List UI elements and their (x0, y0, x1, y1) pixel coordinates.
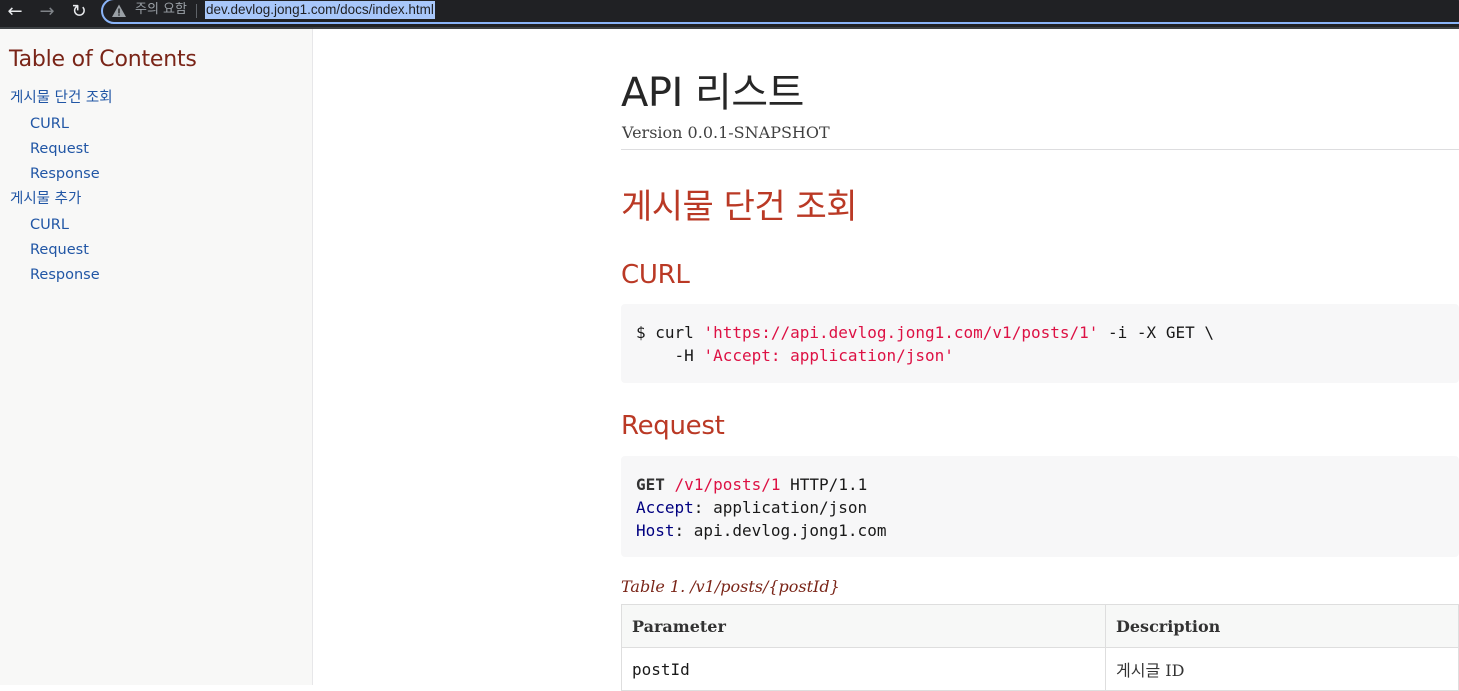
toc-item-post-get[interactable]: 게시물 단건 조회 (10, 88, 113, 108)
http-method: GET (636, 475, 665, 494)
curl-heading: CURL (621, 260, 690, 290)
parameters-table: Parameter Description postId 게시글 ID (621, 604, 1459, 691)
table-header-row: Parameter Description (621, 604, 1459, 648)
column-header: Parameter (621, 604, 1106, 648)
toc-item-response[interactable]: Response (30, 164, 100, 184)
request-heading: Request (621, 411, 725, 441)
table-of-contents-sidebar: Table of Contents 게시물 단건 조회 CURL Request… (0, 29, 313, 685)
http-header-value: : application/json (693, 498, 868, 517)
request-code-block: GET /v1/posts/1 HTTP/1.1 Accept: applica… (621, 456, 1459, 557)
table-cell: 게시글 ID (1105, 647, 1459, 691)
toc-item-curl[interactable]: CURL (30, 215, 69, 235)
code-text: -i -X GET \ (1098, 323, 1214, 342)
http-path: /v1/posts/1 (674, 475, 781, 494)
toc-item-request[interactable]: Request (30, 240, 89, 260)
toc-item-curl[interactable]: CURL (30, 114, 69, 134)
page-title: API 리스트 (621, 70, 804, 116)
http-header-name: Accept (636, 498, 694, 517)
back-arrow-icon[interactable]: ← (5, 2, 25, 22)
address-bar[interactable]: 주의 요함 dev.devlog.jong1.com/docs/index.ht… (101, 0, 1459, 24)
reload-icon[interactable]: ↻ (69, 2, 89, 22)
code-text: $ curl (636, 323, 704, 342)
http-protocol: HTTP/1.1 (780, 475, 868, 494)
code-string: 'Accept: application/json' (703, 346, 954, 365)
version-label: Version 0.0.1-SNAPSHOT (622, 123, 830, 142)
table-row: postId 게시글 ID (621, 647, 1459, 691)
header-divider (621, 149, 1459, 150)
code-text: -H (636, 346, 704, 365)
code-string: 'https://api.devlog.jong1.com/v1/posts/1… (703, 323, 1099, 342)
security-status-label[interactable]: 주의 요함 (135, 1, 187, 19)
column-header: Description (1105, 604, 1459, 648)
toc-title: Table of Contents (9, 47, 197, 72)
table-cell: postId (621, 647, 1106, 691)
omnibox-divider (196, 4, 197, 18)
toc-item-response[interactable]: Response (30, 265, 100, 285)
toc-item-post-add[interactable]: 게시물 추가 (10, 189, 81, 209)
curl-code-block: $ curl 'https://api.devlog.jong1.com/v1/… (621, 304, 1459, 383)
browser-toolbar: ← → ↻ 주의 요함 dev.devlog.jong1.com/docs/in… (0, 0, 1459, 29)
warning-icon[interactable] (111, 3, 127, 19)
table-caption: Table 1. /v1/posts/{postId} (621, 577, 840, 596)
http-header-value: : api.devlog.jong1.com (674, 521, 887, 540)
toc-item-request[interactable]: Request (30, 139, 89, 159)
http-header-name: Host (636, 521, 675, 540)
section-title: 게시물 단건 조회 (621, 187, 858, 227)
document-content: API 리스트 Version 0.0.1-SNAPSHOT 게시물 단건 조회… (621, 29, 1459, 691)
url-text[interactable]: dev.devlog.jong1.com/docs/index.html (205, 1, 435, 19)
forward-arrow-icon[interactable]: → (37, 2, 57, 22)
